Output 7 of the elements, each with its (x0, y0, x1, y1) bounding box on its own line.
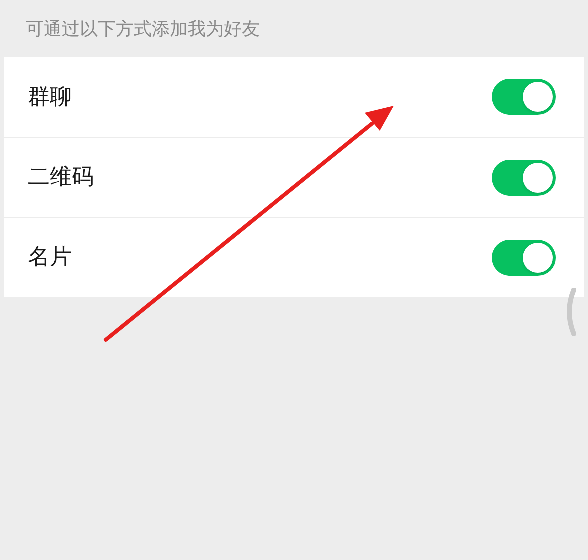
setting-label: 二维码 (28, 164, 94, 192)
setting-label: 群聊 (28, 84, 72, 112)
section-header: 可通过以下方式添加我为好友 (26, 18, 260, 42)
toggle-switch[interactable] (492, 240, 556, 276)
toggle-switch[interactable] (492, 79, 556, 115)
toggle-switch[interactable] (492, 160, 556, 196)
setting-label: 名片 (28, 244, 72, 272)
